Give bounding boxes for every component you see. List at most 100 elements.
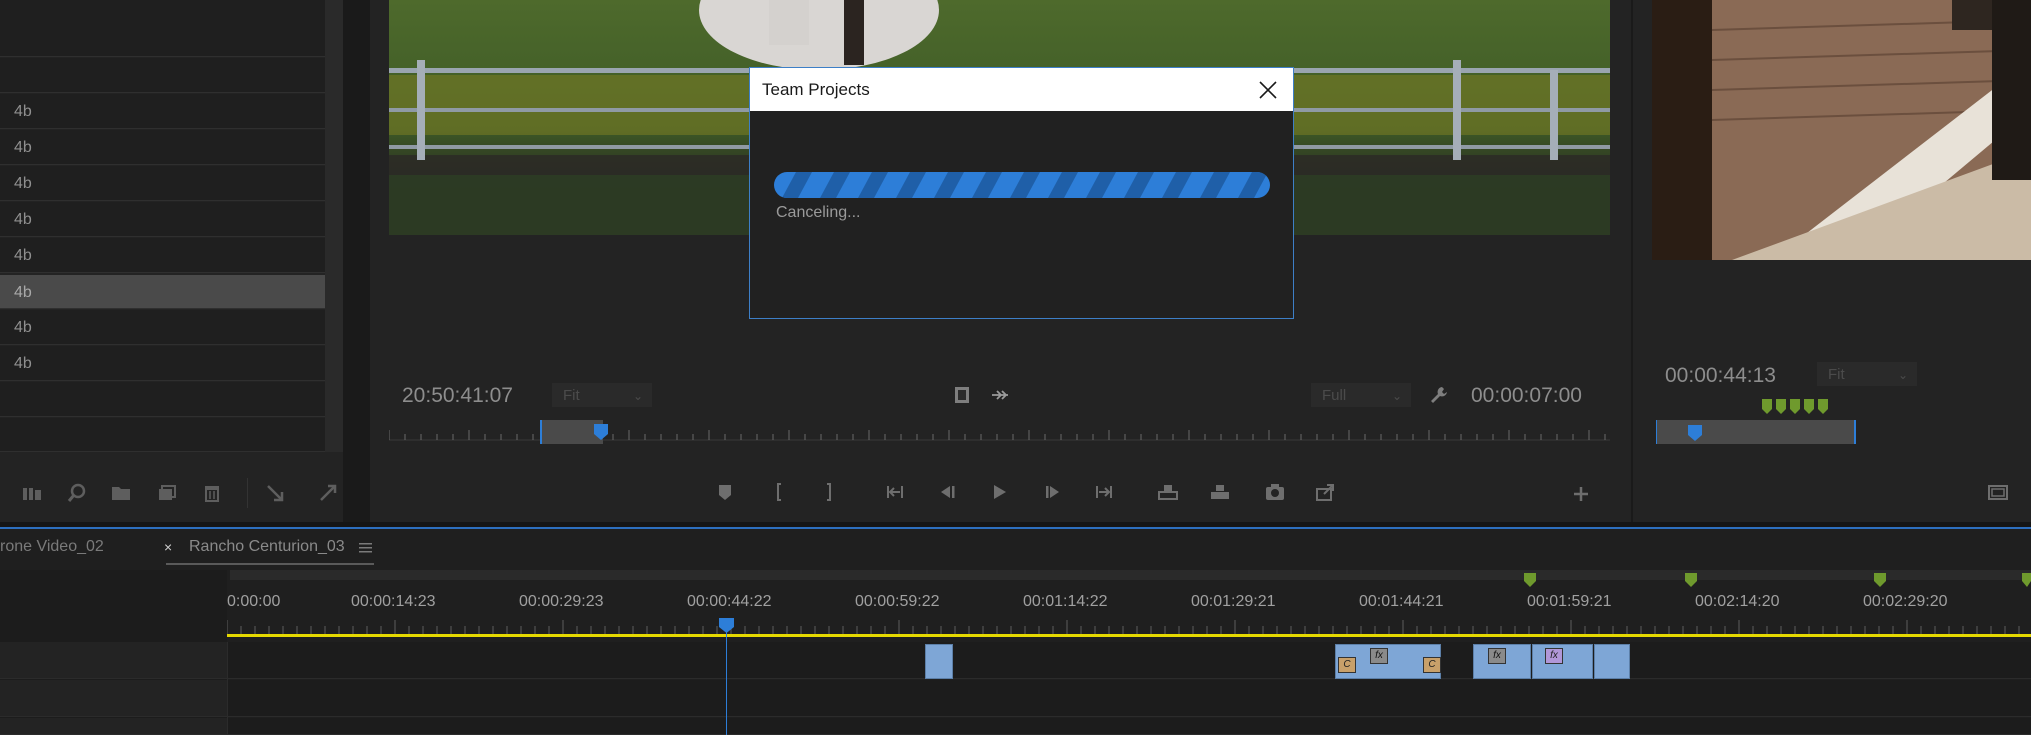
project-row[interactable]: 4b <box>0 130 325 165</box>
project-row-label: 4b <box>14 355 32 372</box>
program-duration: 00:00:07:00 <box>1471 384 1582 407</box>
mark-in-icon[interactable] <box>765 478 793 506</box>
play-icon[interactable] <box>985 478 1013 506</box>
source-zoom-select[interactable]: Fit ⌄ <box>1817 362 1917 386</box>
timeline-tab-label: Rancho Centurion_03 <box>189 538 345 555</box>
project-row[interactable] <box>0 58 325 93</box>
timeline-tab[interactable]: rone Video_02 <box>0 529 104 565</box>
add-button-icon[interactable] <box>1567 480 1595 508</box>
divider <box>247 478 248 508</box>
wrench-icon[interactable] <box>1426 382 1452 408</box>
comparison-view-icon[interactable] <box>1312 478 1340 506</box>
program-time-ruler[interactable] <box>388 418 1610 446</box>
team-projects-dialog: Team Projects Canceling... <box>749 67 1294 319</box>
timeline-marker-icon[interactable] <box>1874 573 1886 587</box>
video-clip[interactable] <box>925 644 953 679</box>
project-scrollbar[interactable] <box>325 0 343 452</box>
track-divider <box>227 642 228 735</box>
project-panel: 4b 4b 4b 4b 4b 4b 4b 4b <box>0 0 343 528</box>
timeline-playhead-line <box>726 632 727 735</box>
project-row-label: 4b <box>14 319 32 336</box>
extract-icon[interactable] <box>1206 478 1234 506</box>
source-markers[interactable] <box>1760 398 1840 418</box>
collapse-icon[interactable] <box>262 480 288 506</box>
list-view-icon[interactable] <box>19 480 45 506</box>
video-clip[interactable]: C fx C <box>1335 644 1441 679</box>
playback-resolution-select[interactable]: Full ⌄ <box>1311 383 1411 407</box>
timeline-ruler-ticks <box>226 620 2031 634</box>
trash-icon[interactable] <box>199 480 225 506</box>
zoom-level-select[interactable]: Fit ⌄ <box>552 383 652 407</box>
video-clip[interactable]: fx <box>1532 644 1593 679</box>
project-row-label: 4b <box>14 211 32 228</box>
ruler-time-label: 00:01:14:22 <box>1023 593 1108 610</box>
fx-badge-icon: fx <box>1370 648 1388 664</box>
panel-menu-icon[interactable] <box>359 541 372 553</box>
progress-status: Canceling... <box>776 204 861 221</box>
source-time-ruler[interactable] <box>1655 418 1856 446</box>
program-playhead-icon[interactable] <box>593 423 609 441</box>
lift-icon[interactable] <box>1154 478 1182 506</box>
track-header[interactable] <box>0 642 227 679</box>
ruler-time-label: 00:02:14:20 <box>1695 593 1780 610</box>
track-header[interactable] <box>0 680 227 717</box>
go-to-in-icon[interactable] <box>881 478 909 506</box>
new-item-icon[interactable] <box>154 480 180 506</box>
project-row[interactable]: 4b <box>0 238 325 273</box>
folder-icon[interactable] <box>108 480 134 506</box>
source-still-image <box>1652 0 2031 260</box>
project-row[interactable]: 4b <box>0 94 325 129</box>
effect-badge-icon: C <box>1423 657 1441 673</box>
source-zoom-value: Fit <box>1828 366 1845 383</box>
timeline-marker-strip <box>230 570 2031 580</box>
close-icon[interactable] <box>1255 77 1281 103</box>
video-clip[interactable]: fx <box>1473 644 1531 679</box>
video-track <box>0 718 2031 735</box>
project-row[interactable]: 4b <box>0 346 325 381</box>
project-row[interactable] <box>0 23 325 57</box>
program-timecode[interactable]: 20:50:41:07 <box>402 384 513 408</box>
source-timecode[interactable]: 00:00:44:13 <box>1665 364 1776 388</box>
project-row-label: 4b <box>14 284 32 301</box>
source-playhead-icon[interactable] <box>1687 424 1703 442</box>
active-tab-underline <box>166 563 374 565</box>
timeline-marker-icon[interactable] <box>1524 573 1536 587</box>
fx-badge-icon: fx <box>1488 648 1506 664</box>
search-icon[interactable] <box>64 480 90 506</box>
ruler-time-label: 00:02:29:20 <box>1863 593 1948 610</box>
add-marker-icon[interactable] <box>711 478 739 506</box>
project-row-selected[interactable]: 4b <box>0 275 325 309</box>
multi-camera-icon[interactable] <box>987 382 1013 408</box>
ruler-time-label: 00:01:44:21 <box>1359 593 1444 610</box>
go-to-out-icon[interactable] <box>1090 478 1118 506</box>
expand-icon[interactable] <box>315 480 341 506</box>
step-back-icon[interactable] <box>933 478 961 506</box>
video-clip[interactable] <box>1594 644 1630 679</box>
dialog-title-bar[interactable]: Team Projects <box>750 68 1293 111</box>
ruler-time-label: 00:00:59:22 <box>855 593 940 610</box>
timeline-marker-icon[interactable] <box>1685 573 1697 587</box>
safe-margins-icon[interactable] <box>1984 478 2012 506</box>
ruler-time-label: 00:00:29:23 <box>519 593 604 610</box>
project-row[interactable]: 4b <box>0 310 325 345</box>
step-forward-icon[interactable] <box>1039 478 1067 506</box>
project-row[interactable]: 4b <box>0 202 325 237</box>
project-row[interactable]: 4b <box>0 166 325 201</box>
timeline-marker-icon[interactable] <box>2022 573 2031 587</box>
dialog-title: Team Projects <box>762 80 870 99</box>
project-row[interactable] <box>0 382 325 417</box>
work-area-bar[interactable] <box>227 634 2031 637</box>
fx-badge-icon: fx <box>1545 648 1563 664</box>
settings-toggle-icon[interactable] <box>949 382 975 408</box>
effect-badge-icon: C <box>1338 657 1356 673</box>
project-row-label: 4b <box>14 139 32 156</box>
mark-out-icon[interactable] <box>815 478 843 506</box>
project-row[interactable] <box>0 418 325 452</box>
chevron-down-icon: ⌄ <box>1897 368 1908 382</box>
timeline-tab-active[interactable]: Rancho Centurion_03 <box>189 529 345 565</box>
ruler-time-label: 00:01:59:21 <box>1527 593 1612 610</box>
close-tab-icon[interactable]: × <box>164 529 172 565</box>
export-frame-icon[interactable] <box>1261 478 1289 506</box>
track-header[interactable] <box>0 718 227 735</box>
video-track <box>0 642 2031 679</box>
